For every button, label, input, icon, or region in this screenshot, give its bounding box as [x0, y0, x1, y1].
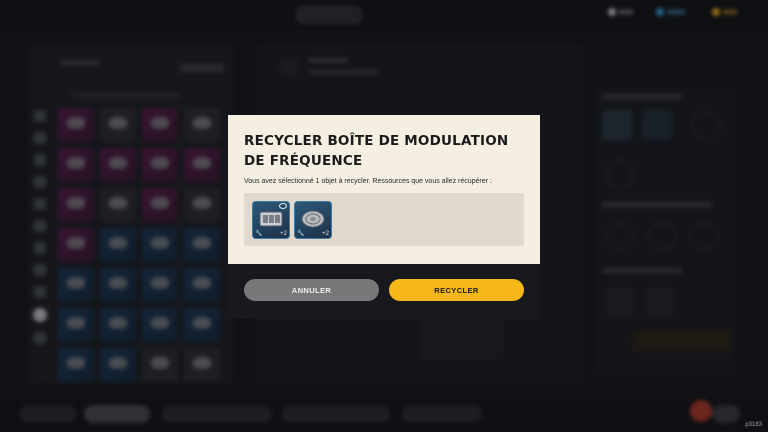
recycle-button[interactable]: RECYCLER	[389, 279, 524, 301]
resource-quantity: +2	[322, 231, 329, 237]
dialog-message: Vous avez sélectionné 1 objet à recycler…	[244, 178, 492, 185]
eye-icon	[279, 203, 287, 209]
resource-quantity: +2	[280, 231, 287, 237]
dialog-actions: ANNULER RECYCLER	[228, 264, 540, 319]
dialog-title: Recycler boîte de modulation de fréquenc…	[244, 133, 509, 169]
resource-item[interactable]: 🔧 +2	[294, 201, 332, 239]
cancel-button[interactable]: ANNULER	[244, 279, 379, 301]
wrench-icon: 🔧	[255, 231, 263, 237]
build-version: p3183	[745, 422, 762, 428]
resource-item[interactable]: 🔧 +2	[252, 201, 290, 239]
dialog-content: Recycler boîte de modulation de fréquenc…	[228, 115, 540, 264]
resources-list: 🔧 +2 🔧 +2	[244, 193, 524, 246]
recycle-dialog: Recycler boîte de modulation de fréquenc…	[228, 115, 540, 319]
wrench-icon: 🔧	[297, 231, 305, 237]
